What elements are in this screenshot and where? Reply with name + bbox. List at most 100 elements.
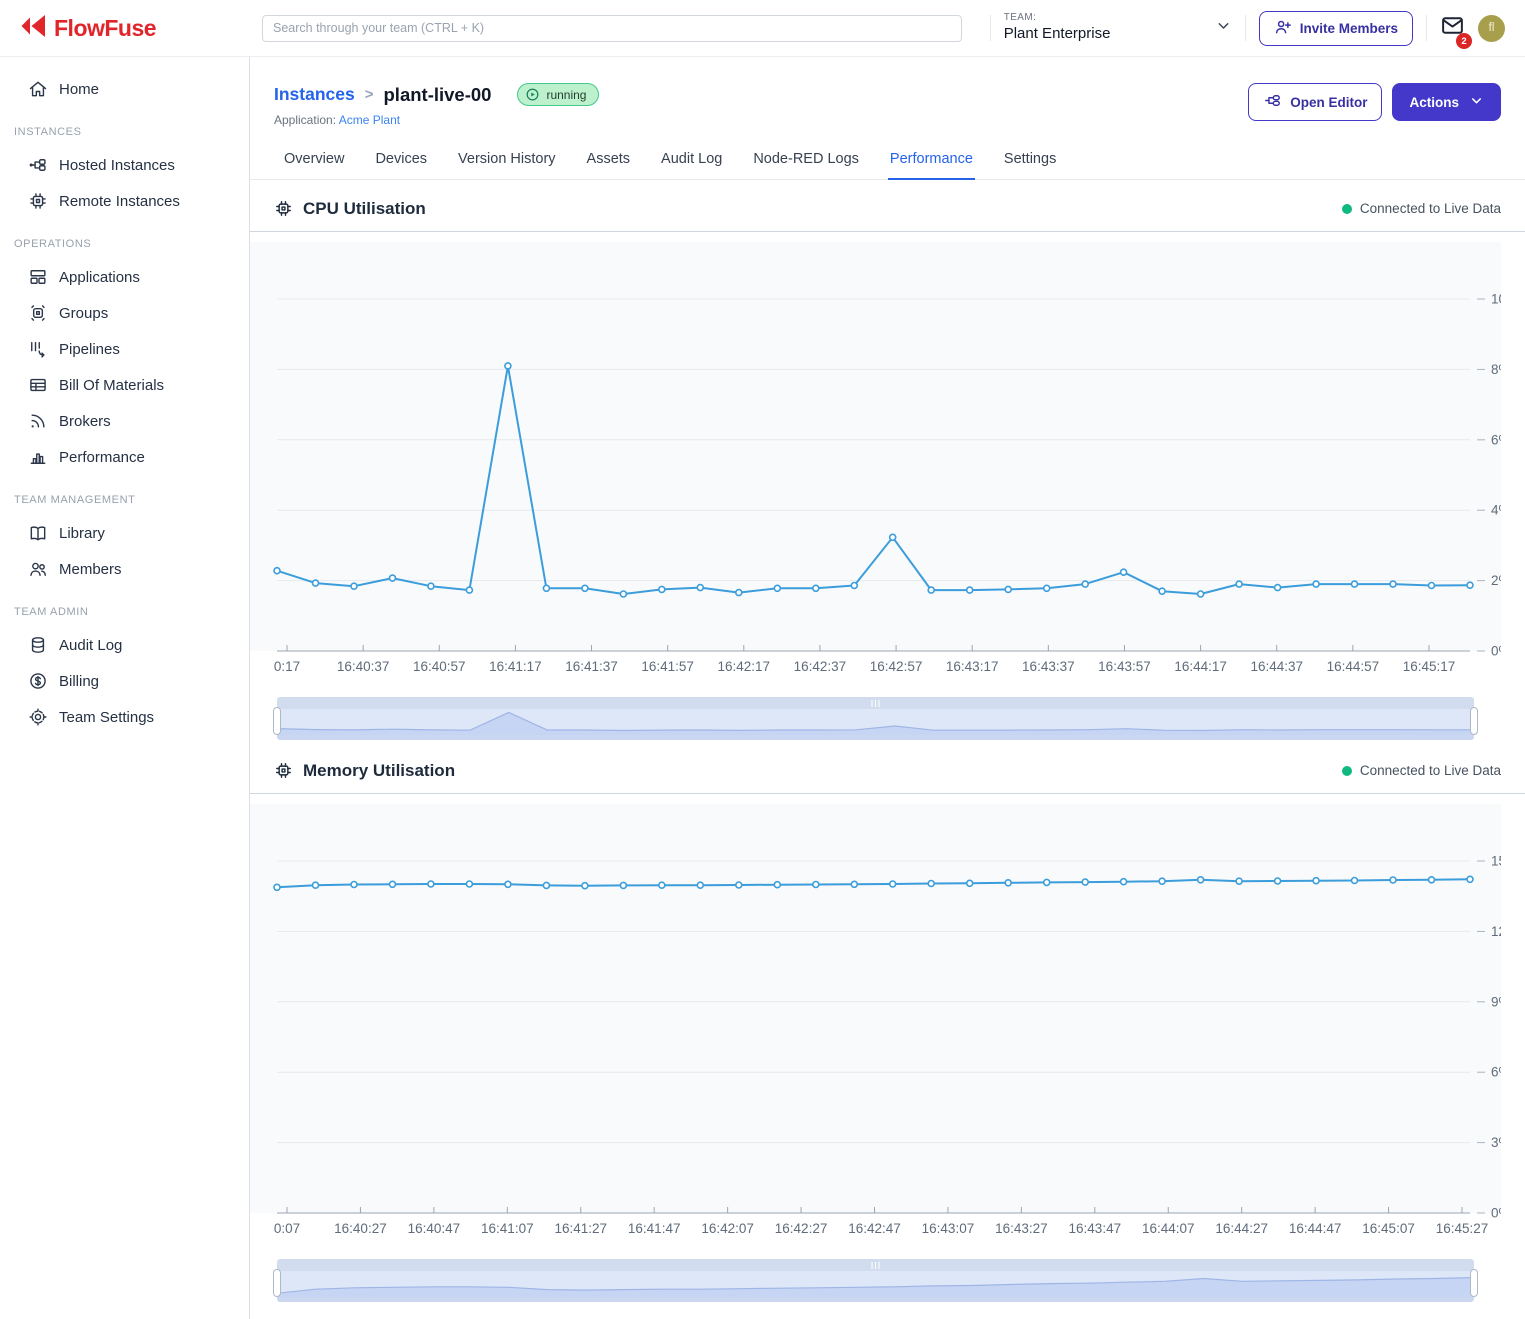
sidebar-item-label: Applications [59,269,140,286]
team-label: TEAM: [1004,12,1111,25]
sidebar-item-pipelines[interactable]: Pipelines [0,331,249,367]
sidebar-item-label: Home [59,81,99,98]
audit-log-icon [28,635,48,655]
svg-text:16:41:07: 16:41:07 [481,1221,534,1236]
cpu-chart-section: CPU Utilisation Connected to Live Data 0… [250,186,1525,740]
brush-handle-right[interactable] [1470,1269,1478,1297]
svg-text:16:41:27: 16:41:27 [554,1221,607,1236]
svg-text:16:43:17: 16:43:17 [946,659,999,674]
svg-text:16:41:37: 16:41:37 [565,659,618,674]
flowfuse-logo[interactable]: FlowFuse [0,12,250,45]
sidebar-item-remote-instances[interactable]: Remote Instances [0,183,249,219]
main-content: Instances > plant-live-00 running Applic… [250,57,1525,1319]
memory-zoom-brush[interactable] [277,1259,1474,1302]
sidebar-item-hosted-instances[interactable]: Hosted Instances [0,147,249,183]
avatar[interactable]: fl [1478,15,1505,42]
tab-assets[interactable]: Assets [585,143,633,179]
tab-devices[interactable]: Devices [373,143,429,179]
instance-tabs: Overview Devices Version History Assets Audi… [250,143,1525,180]
tab-audit-log[interactable]: Audit Log [659,143,724,179]
sidebar-item-label: Hosted Instances [59,157,175,174]
svg-text:12%: 12% [1491,924,1501,939]
sidebar-item-applications[interactable]: Applications [0,259,249,295]
sidebar-item-label: Audit Log [59,637,122,654]
sidebar-item-members[interactable]: Members [0,551,249,587]
groups-icon [28,303,48,323]
sidebar-section-header: OPERATIONS [0,219,249,259]
breadcrumb-separator: > [365,86,374,103]
brush-grip-bar[interactable] [277,1259,1474,1271]
team-selector[interactable]: TEAM: Plant Enterprise [1004,12,1232,43]
sidebar-item-label: Library [59,525,105,542]
sidebar-item-performance[interactable]: Performance [0,439,249,475]
cpu-utilisation-chart: 0%2%4%6%8%10%0:1716:40:3716:40:5716:41:1… [250,242,1501,681]
flowfuse-logo-icon [18,12,46,45]
sidebar-item-billing[interactable]: Billing [0,663,249,699]
brush-handle-left[interactable] [273,707,281,735]
svg-text:3%: 3% [1491,1135,1501,1150]
team-search [262,15,962,42]
sidebar: HomeINSTANCESHosted InstancesRemote Inst… [0,57,250,1319]
svg-text:16:42:17: 16:42:17 [718,659,771,674]
tab-version-history[interactable]: Version History [456,143,558,179]
memory-chart-section: Memory Utilisation Connected to Live Dat… [250,748,1525,1302]
hosted-instances-icon [28,155,48,175]
billing-icon [28,671,48,691]
live-status: Connected to Live Data [1342,763,1501,778]
brush-bottom-bar [277,1297,1474,1302]
page-title: plant-live-00 [384,84,492,106]
breadcrumb-instances-link[interactable]: Instances [274,84,355,105]
brush-bottom-bar [277,735,1474,740]
svg-text:4%: 4% [1491,503,1501,518]
svg-text:16:44:07: 16:44:07 [1142,1221,1195,1236]
svg-text:6%: 6% [1491,432,1501,447]
sidebar-item-bill-of-materials[interactable]: Bill Of Materials [0,367,249,403]
search-input[interactable] [262,15,962,42]
svg-text:0:17: 0:17 [274,659,300,674]
svg-text:9%: 9% [1491,994,1501,1009]
svg-text:16:40:37: 16:40:37 [337,659,390,674]
svg-text:16:41:17: 16:41:17 [489,659,542,674]
brush-handle-right[interactable] [1470,707,1478,735]
sidebar-item-home[interactable]: Home [0,71,249,107]
tab-settings[interactable]: Settings [1002,143,1058,179]
sidebar-section-header: TEAM MANAGEMENT [0,475,249,515]
header-divider [1245,15,1246,41]
sidebar-item-groups[interactable]: Groups [0,295,249,331]
tab-node-red-logs[interactable]: Node-RED Logs [751,143,861,179]
sidebar-item-label: Performance [59,449,145,466]
svg-text:16:44:27: 16:44:27 [1215,1221,1268,1236]
svg-text:16:45:07: 16:45:07 [1362,1221,1415,1236]
svg-text:16:40:47: 16:40:47 [408,1221,461,1236]
user-plus-icon [1274,18,1292,39]
brush-handle-left[interactable] [273,1269,281,1297]
svg-text:16:42:47: 16:42:47 [848,1221,901,1236]
svg-text:16:43:57: 16:43:57 [1098,659,1151,674]
brush-grip-bar[interactable] [277,697,1474,709]
sidebar-section-header: TEAM ADMIN [0,587,249,627]
svg-text:16:42:07: 16:42:07 [701,1221,754,1236]
application-link[interactable]: Acme Plant [339,113,400,127]
svg-text:0%: 0% [1491,644,1501,659]
grip-icon [875,700,877,707]
brush-band[interactable] [277,1271,1474,1297]
tab-performance[interactable]: Performance [888,143,975,180]
sidebar-item-audit-log[interactable]: Audit Log [0,627,249,663]
svg-text:16:42:37: 16:42:37 [794,659,847,674]
svg-text:16:45:17: 16:45:17 [1403,659,1456,674]
actions-button[interactable]: Actions [1392,83,1501,121]
sidebar-item-brokers[interactable]: Brokers [0,403,249,439]
cpu-zoom-brush[interactable] [277,697,1474,740]
library-icon [28,523,48,543]
tab-overview[interactable]: Overview [282,143,346,179]
sidebar-item-library[interactable]: Library [0,515,249,551]
open-editor-button[interactable]: Open Editor [1248,83,1382,121]
cpu-chip-icon [274,199,293,218]
sidebar-item-team-settings[interactable]: Team Settings [0,699,249,735]
live-status: Connected to Live Data [1342,201,1501,216]
brush-band[interactable] [277,709,1474,735]
brokers-icon [28,411,48,431]
svg-text:15%: 15% [1491,854,1501,869]
invite-members-button[interactable]: Invite Members [1259,11,1413,46]
notifications-button[interactable]: 2 [1440,13,1465,43]
